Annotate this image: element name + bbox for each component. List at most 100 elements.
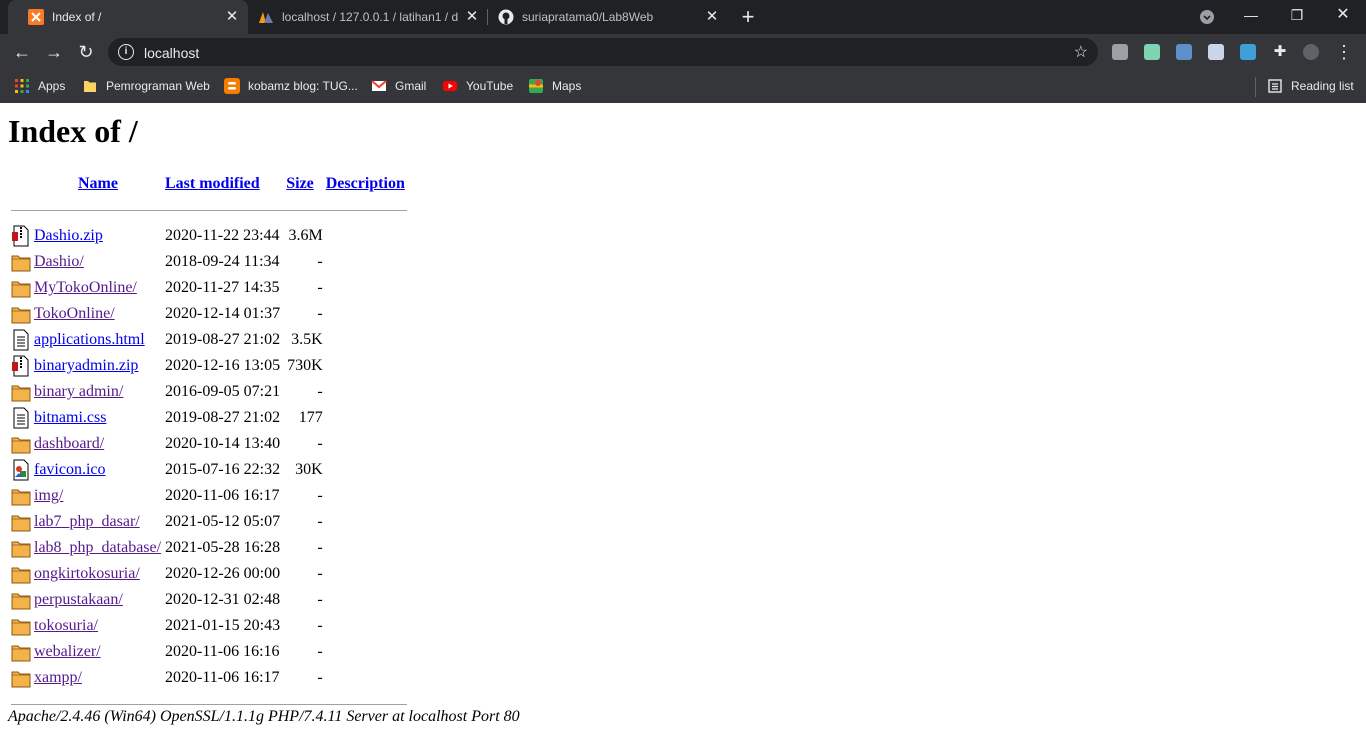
entry-link[interactable]: perpustakaan/ <box>34 591 123 608</box>
description-cell <box>326 223 407 249</box>
description-cell <box>326 353 407 379</box>
entry-link[interactable]: xampp/ <box>34 669 82 686</box>
directory-listing: Name Last modified Size Description Dash… <box>8 171 410 717</box>
entry-link[interactable]: lab8_php_database/ <box>34 539 161 556</box>
sort-by-description-link[interactable]: Description <box>326 175 405 192</box>
reading-list-button[interactable]: Reading list <box>1267 77 1354 95</box>
site-info-icon[interactable]: i <box>118 44 134 60</box>
description-cell <box>326 405 407 431</box>
tab-search-button[interactable] <box>1184 0 1230 34</box>
name-cell: MyTokoOnline/ <box>34 275 162 301</box>
url-input[interactable] <box>142 42 1046 64</box>
entry-link[interactable]: favicon.ico <box>34 461 106 478</box>
bookmarks-divider <box>1255 77 1256 97</box>
table-row: favicon.ico 2015-07-16 22:32 30K <box>11 457 407 483</box>
close-tab-icon[interactable]: ✕ <box>224 9 240 25</box>
icon-cell <box>11 483 31 509</box>
extension-icon[interactable] <box>1144 44 1160 60</box>
size-cell: - <box>317 253 323 270</box>
folder-icon <box>84 81 96 92</box>
entry-link[interactable]: MyTokoOnline/ <box>34 279 137 296</box>
icon-cell <box>11 639 31 665</box>
size-cell: - <box>317 565 323 582</box>
entry-link[interactable]: TokoOnline/ <box>34 305 115 322</box>
folder-icon <box>11 565 31 584</box>
separator-line <box>11 703 407 705</box>
icon-cell <box>11 509 31 535</box>
sort-by-modified-link[interactable]: Last modified <box>165 175 260 192</box>
menu-kebab-icon[interactable]: ⋮ <box>1332 40 1356 64</box>
bookmark-star-icon[interactable]: ☆ <box>1074 42 1088 62</box>
entry-link[interactable]: img/ <box>34 487 63 504</box>
icon-cell <box>11 223 31 249</box>
entry-link[interactable]: applications.html <box>34 331 145 348</box>
chevron-down-icon <box>1200 10 1214 24</box>
tab-index-of[interactable]: Index of / ✕ <box>8 0 248 34</box>
icon-cell <box>11 665 31 691</box>
entry-link[interactable]: dashboard/ <box>34 435 104 452</box>
tab-title: localhost / 127.0.0.1 / latihan1 / d <box>282 10 459 24</box>
extension-icon[interactable] <box>1240 44 1256 60</box>
icon-cell <box>11 275 31 301</box>
size-cell: 3.6M <box>288 227 323 244</box>
address-bar[interactable]: i ☆ <box>108 38 1098 66</box>
sort-by-name-link[interactable]: Name <box>78 175 118 192</box>
reading-list-label: Reading list <box>1291 79 1354 93</box>
profile-avatar[interactable] <box>1303 44 1319 60</box>
back-button[interactable]: ← <box>10 40 34 64</box>
name-cell: binaryadmin.zip <box>34 353 162 379</box>
entry-link[interactable]: ongkirtokosuria/ <box>34 565 140 582</box>
github-icon <box>498 9 514 25</box>
bookmark-pemrograman-web[interactable]: Pemrograman Web <box>82 77 210 95</box>
description-cell <box>326 509 407 535</box>
description-cell <box>326 561 407 587</box>
modified-cell: 2020-11-06 16:17 <box>165 487 280 504</box>
close-tab-icon[interactable]: ✕ <box>704 9 720 25</box>
extension-icon[interactable] <box>1112 44 1128 60</box>
modified-cell: 2019-08-27 21:02 <box>165 409 281 426</box>
forward-button[interactable]: → <box>42 40 66 64</box>
modified-cell: 2020-12-26 00:00 <box>165 565 281 582</box>
tab-strip: Index of / ✕ localhost / 127.0.0.1 / lat… <box>0 0 1366 34</box>
entry-link[interactable]: binaryadmin.zip <box>34 357 138 374</box>
entry-link[interactable]: Dashio.zip <box>34 227 103 244</box>
close-tab-icon[interactable]: ✕ <box>464 9 480 25</box>
entry-link[interactable]: lab7_php_dasar/ <box>34 513 140 530</box>
entry-link[interactable]: tokosuria/ <box>34 617 98 634</box>
bookmark-maps[interactable]: Maps <box>528 77 581 95</box>
folder-icon <box>11 253 31 272</box>
name-column-header: Name <box>34 171 162 197</box>
bookmark-gmail[interactable]: Gmail <box>371 77 426 95</box>
modified-cell: 2020-11-06 16:16 <box>165 643 280 660</box>
modified-cell: 2021-01-15 20:43 <box>165 617 281 634</box>
extensions-puzzle-icon[interactable]: ✚ <box>1268 40 1292 64</box>
close-window-button[interactable]: ✕ <box>1320 0 1366 34</box>
table-row: perpustakaan/2020-12-31 02:48 - <box>11 587 407 613</box>
entry-link[interactable]: Dashio/ <box>34 253 84 270</box>
extension-icon[interactable] <box>1208 44 1224 60</box>
entry-link[interactable]: bitnami.css <box>34 409 106 426</box>
minimize-button[interactable]: — <box>1228 0 1274 34</box>
name-cell: tokosuria/ <box>34 613 162 639</box>
folder-icon <box>11 279 31 298</box>
modified-cell: 2021-05-12 05:07 <box>165 513 281 530</box>
new-tab-button[interactable]: + <box>738 6 758 28</box>
entry-link[interactable]: webalizer/ <box>34 643 101 660</box>
description-cell <box>326 613 407 639</box>
entry-link[interactable]: binary admin/ <box>34 383 123 400</box>
bookmark-youtube[interactable]: YouTube <box>442 77 513 95</box>
size-cell: - <box>317 383 323 400</box>
sort-by-size-link[interactable]: Size <box>286 175 314 192</box>
icon-cell <box>11 561 31 587</box>
tab-github[interactable]: suriapratama0/Lab8Web ✕ <box>488 0 728 34</box>
bookmark-kobamz-blog[interactable]: kobamz blog: TUG... <box>224 77 358 95</box>
reload-button[interactable]: ↻ <box>74 40 98 64</box>
extension-icon[interactable] <box>1176 44 1192 60</box>
name-cell: Dashio/ <box>34 249 162 275</box>
table-row: webalizer/2020-11-06 16:16 - <box>11 639 407 665</box>
modified-cell: 2020-10-14 13:40 <box>165 435 281 452</box>
restore-button[interactable]: ❐ <box>1274 0 1320 34</box>
bookmark-apps[interactable]: Apps <box>14 77 65 95</box>
tab-phpmyadmin[interactable]: localhost / 127.0.0.1 / latihan1 / d ✕ <box>248 0 488 34</box>
size-cell: 177 <box>298 409 323 426</box>
